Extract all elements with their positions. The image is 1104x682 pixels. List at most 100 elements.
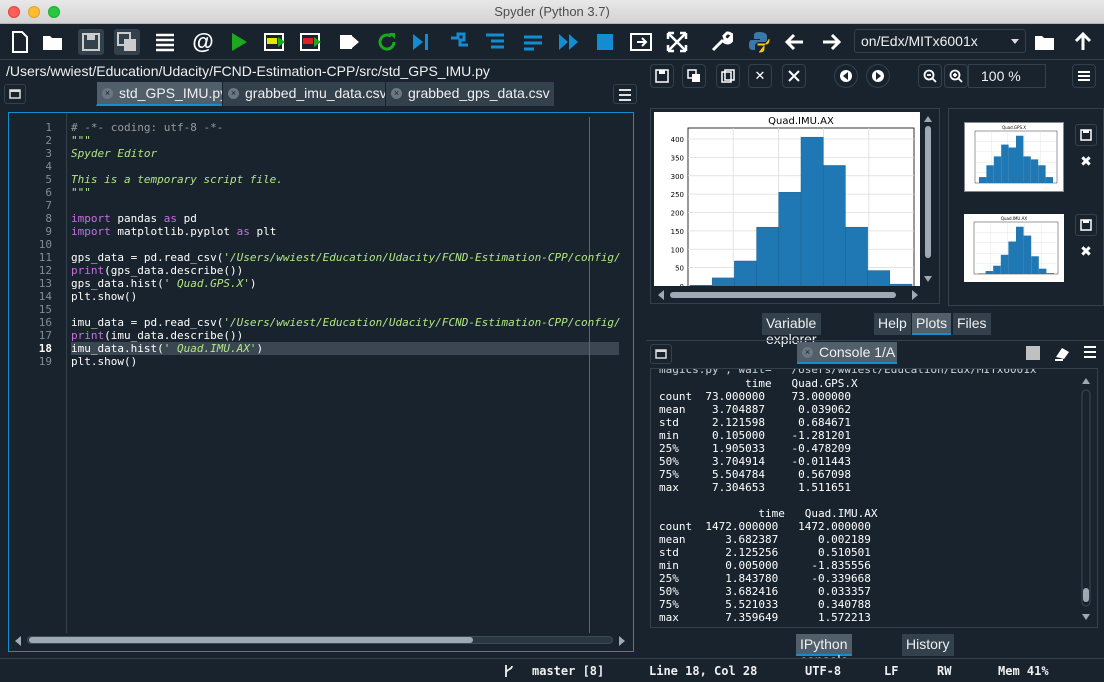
hamburger-icon bbox=[619, 89, 631, 91]
rerun-icon[interactable] bbox=[374, 29, 400, 55]
run-selection-icon[interactable] bbox=[336, 29, 362, 55]
code-token: imu_data = pd.read_csv( bbox=[71, 316, 224, 329]
thumbnail-bar bbox=[1030, 159, 1039, 183]
line-number: 14 bbox=[38, 290, 52, 303]
browse-folder-icon[interactable] bbox=[1032, 29, 1058, 55]
fullscreen-icon[interactable] bbox=[664, 29, 690, 55]
tab-plots[interactable]: Plots bbox=[912, 313, 952, 335]
zoom-level-field[interactable]: 100 % bbox=[968, 64, 1046, 88]
step-return-icon[interactable] bbox=[520, 29, 546, 55]
code-line: plt.show() bbox=[71, 290, 137, 303]
thumbnail-bar bbox=[1023, 156, 1031, 183]
stop-kernel-icon[interactable] bbox=[1026, 346, 1040, 360]
line-number: 8 bbox=[45, 212, 52, 225]
save-all-plots-icon[interactable] bbox=[682, 64, 706, 88]
line-number: 5 bbox=[45, 173, 52, 186]
scroll-right-icon[interactable] bbox=[617, 635, 627, 647]
status-bar: master [8] Line 18, Col 28 UTF-8 LF RW M… bbox=[0, 658, 1104, 682]
next-plot-icon[interactable] bbox=[866, 64, 890, 88]
thumbnail-bar bbox=[1000, 254, 1009, 274]
preferences-wrench-icon[interactable] bbox=[708, 29, 734, 55]
code-editor[interactable]: 1 2 3 4 5 6 7 8 9 10 11 12 13 14 15 16 17 18 19 # -*- codi… bbox=[8, 112, 634, 652]
list-icon[interactable] bbox=[152, 29, 178, 55]
console-vertical-scrollbar[interactable] bbox=[1080, 376, 1092, 622]
console-options-menu-button[interactable] bbox=[1082, 345, 1098, 361]
step-icon[interactable] bbox=[446, 29, 472, 55]
step-into-icon[interactable] bbox=[482, 29, 508, 55]
remove-thumbnail-icon[interactable]: ✖ bbox=[1075, 240, 1097, 262]
working-directory-combo[interactable]: on/Edx/MITx6001x bbox=[854, 29, 1026, 53]
debug-icon[interactable] bbox=[408, 29, 434, 55]
tab-ipython-console[interactable]: IPython console bbox=[796, 634, 853, 668]
python-path-icon[interactable] bbox=[746, 29, 772, 55]
code-line: This is a temporary script file. bbox=[71, 173, 283, 186]
continue-icon[interactable] bbox=[556, 29, 582, 55]
zoom-in-icon[interactable] bbox=[944, 64, 968, 88]
save-thumbnail-icon[interactable] bbox=[1075, 214, 1097, 236]
scroll-thumb[interactable] bbox=[29, 637, 473, 643]
zoom-out-icon[interactable] bbox=[918, 64, 942, 88]
maximize-pane-icon[interactable] bbox=[628, 29, 654, 55]
run-icon[interactable] bbox=[226, 29, 252, 55]
tab-grabbed-gps-data[interactable]: × grabbed_gps_data.csv bbox=[385, 82, 554, 106]
browse-tabs-button[interactable] bbox=[4, 84, 26, 104]
console-output-line: std 2.121598 0.684671 bbox=[659, 416, 852, 429]
thumbnail-bar bbox=[985, 271, 994, 274]
back-arrow-icon[interactable] bbox=[782, 29, 808, 55]
thumbnail-imu-plot[interactable]: Quad.IMU.AX bbox=[964, 214, 1064, 282]
code-token: This is a temporary script file. bbox=[71, 173, 283, 186]
close-tab-icon[interactable]: × bbox=[228, 88, 239, 99]
run-cell-icon[interactable] bbox=[262, 29, 288, 55]
console-output-line: time Quad.GPS.X bbox=[659, 377, 858, 390]
save-thumbnail-icon[interactable] bbox=[1075, 124, 1097, 146]
at-icon[interactable]: @ bbox=[190, 29, 216, 55]
code-token: ' Quad.IMU.AX' bbox=[163, 342, 257, 355]
remove-all-plots-icon[interactable] bbox=[782, 64, 806, 88]
close-tab-icon[interactable]: × bbox=[102, 88, 113, 99]
code-token: (gps_data.describe()) bbox=[104, 264, 244, 277]
tab-help[interactable]: Help bbox=[874, 313, 911, 335]
histogram-bar bbox=[778, 192, 802, 297]
run-cell-advance-icon[interactable] bbox=[298, 29, 324, 55]
parent-directory-icon[interactable] bbox=[1070, 29, 1096, 55]
plot-vertical-scrollbar[interactable] bbox=[922, 114, 934, 286]
open-file-icon[interactable] bbox=[40, 29, 66, 55]
stop-debug-icon[interactable] bbox=[592, 29, 618, 55]
tab-std-gps-imu[interactable]: × std_GPS_IMU.py bbox=[96, 82, 232, 106]
editor-options-menu-button[interactable] bbox=[613, 84, 637, 104]
histogram-bar bbox=[889, 283, 913, 297]
editor-horizontal-scrollbar[interactable] bbox=[13, 633, 629, 647]
previous-plot-icon[interactable] bbox=[834, 64, 858, 88]
tab-variable-explorer[interactable]: Variable explorer bbox=[762, 313, 821, 347]
save-file-icon[interactable] bbox=[78, 29, 104, 55]
tab-files[interactable]: Files bbox=[953, 313, 991, 335]
save-all-icon[interactable] bbox=[114, 29, 140, 55]
eol-status: LF bbox=[884, 664, 899, 678]
close-tab-icon[interactable]: × bbox=[802, 347, 813, 358]
tab-label: std_GPS_IMU.py bbox=[119, 85, 228, 101]
remove-thumbnail-icon[interactable]: ✖ bbox=[1075, 150, 1097, 172]
code-token: as bbox=[163, 212, 177, 225]
code-token: # -*- coding: utf-8 -*- bbox=[71, 121, 224, 134]
code-line: """ bbox=[71, 186, 91, 199]
forward-arrow-icon[interactable] bbox=[818, 29, 844, 55]
tab-console-1a[interactable]: × Console 1/A bbox=[797, 342, 897, 364]
code-token: ' Quad.GPS.X' bbox=[163, 277, 250, 290]
new-file-icon[interactable] bbox=[6, 29, 32, 55]
remove-plot-icon[interactable]: ✕ bbox=[748, 64, 772, 88]
code-area[interactable]: # -*- coding: utf-8 -*- """ Spyder Editor T… bbox=[71, 113, 627, 633]
ipython-console-output[interactable]: magics.py , wait= /Users/wwiest/Educatio… bbox=[650, 368, 1098, 628]
tab-history[interactable]: History bbox=[902, 634, 954, 656]
line-number: 18 bbox=[38, 342, 52, 355]
scroll-left-icon[interactable] bbox=[13, 635, 23, 647]
tab-grabbed-imu-data[interactable]: × grabbed_imu_data.csv bbox=[222, 82, 391, 106]
thumbnail-gps-plot[interactable]: Quad.GPS.X bbox=[964, 122, 1064, 192]
copy-plot-icon[interactable] bbox=[716, 64, 740, 88]
browse-console-tabs-button[interactable] bbox=[650, 344, 672, 364]
clear-console-icon[interactable] bbox=[1052, 344, 1072, 362]
plot-horizontal-scrollbar[interactable] bbox=[656, 288, 920, 300]
save-plot-icon[interactable] bbox=[650, 64, 674, 88]
code-token: as bbox=[236, 225, 250, 238]
close-tab-icon[interactable]: × bbox=[391, 88, 402, 99]
plots-options-menu-button[interactable] bbox=[1072, 64, 1096, 88]
